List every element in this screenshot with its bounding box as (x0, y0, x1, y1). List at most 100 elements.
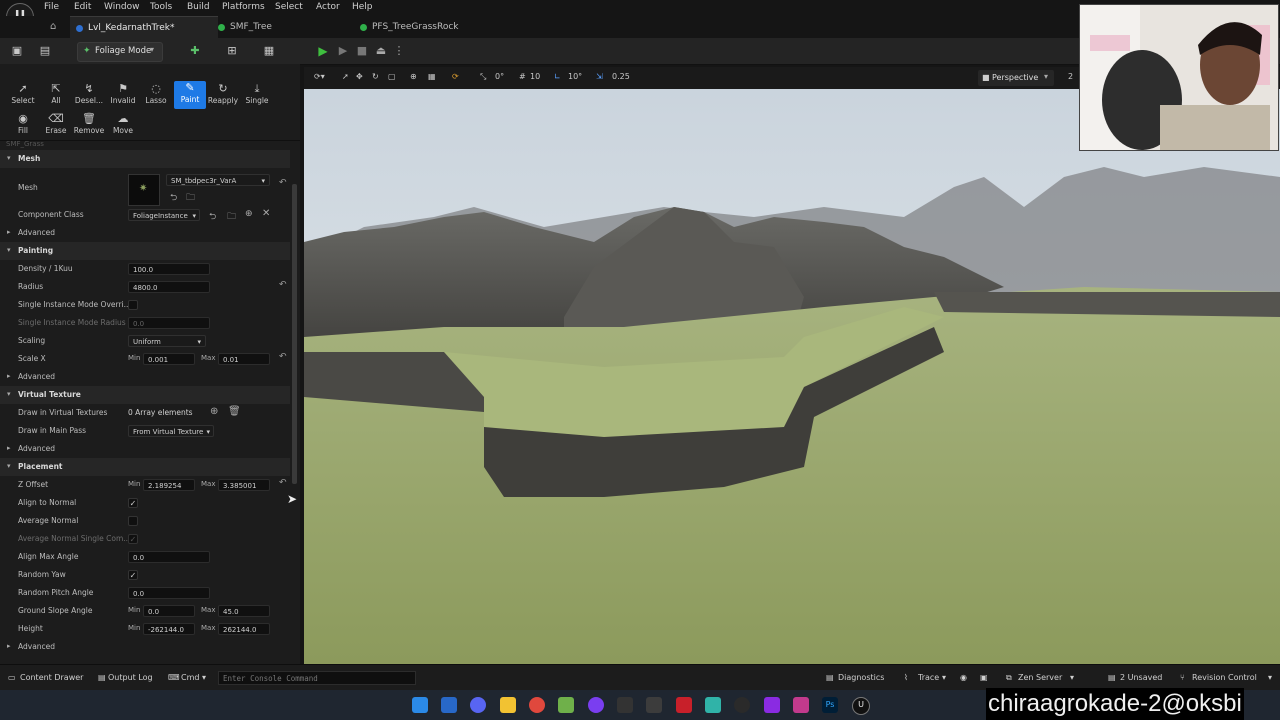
scaling-dropdown[interactable]: Uniform ▾ (128, 335, 206, 347)
menu-build[interactable]: Build (187, 2, 210, 12)
add-actor-icon[interactable]: ✚ (188, 44, 202, 58)
unreal-icon[interactable]: U (852, 697, 870, 715)
console-input[interactable] (218, 671, 416, 685)
use-selected-icon[interactable]: ⮌ (170, 190, 177, 206)
world-space-icon[interactable]: ⊕ (410, 72, 417, 81)
menu-actor[interactable]: Actor (316, 2, 340, 12)
snipping-icon[interactable] (646, 697, 662, 713)
app-icon[interactable] (793, 697, 809, 713)
random-pitch-field[interactable]: 0.0 (128, 587, 210, 599)
scale-x-max-field[interactable]: 0.01 (218, 353, 270, 365)
mesh-thumbnail[interactable]: ✷ (128, 174, 160, 206)
eject-icon[interactable]: ⏏ (374, 44, 388, 58)
explorer-icon[interactable] (500, 697, 516, 713)
screenshot-icon[interactable]: ▣ (980, 673, 988, 682)
visual-studio-icon[interactable] (764, 697, 780, 713)
scale-snap-icon[interactable]: ⇲ (596, 72, 603, 81)
menu-window[interactable]: Window (104, 2, 140, 12)
section-placement[interactable]: ▾ Placement (0, 458, 290, 476)
chrome-icon[interactable] (529, 697, 545, 713)
github-icon[interactable] (588, 697, 604, 713)
tool-single[interactable]: ⤓ Single (241, 82, 273, 110)
rotate-snap-value[interactable]: 10° (568, 72, 582, 81)
section-virtual-texture[interactable]: ▾ Virtual Texture (0, 386, 290, 404)
reset-icon[interactable]: ↶ (279, 352, 287, 362)
play-icon[interactable]: ▶ (316, 44, 330, 58)
discord-icon[interactable] (470, 697, 486, 713)
rotate-icon[interactable]: ↻ (372, 72, 379, 81)
align-normal-checkbox[interactable]: ✓ (128, 498, 138, 508)
ground-slope-max-field[interactable]: 45.0 (218, 605, 270, 617)
tool-erase[interactable]: ⌫ Erase (40, 112, 72, 140)
single-override-checkbox[interactable] (128, 300, 138, 310)
cmd-dropdown[interactable]: ⌨ Cmd ▾ (162, 665, 212, 691)
align-max-field[interactable]: 0.0 (128, 551, 210, 563)
details-scrollbar[interactable] (292, 184, 297, 484)
reset-icon[interactable]: ↶ (279, 478, 287, 488)
snap-angle-value[interactable]: 0° (495, 72, 504, 81)
select-mode-icon[interactable]: ➚ (342, 72, 349, 81)
radius-field[interactable]: 4800.0 (128, 281, 210, 293)
avg-normal-single-checkbox[interactable]: ✓ (128, 534, 138, 544)
mode-dropdown[interactable]: ✦ Foliage Mode ▾ (77, 42, 163, 62)
reset-icon[interactable]: ↶ (279, 280, 287, 290)
tab-pfs-treegrassrock[interactable]: PFS_TreeGrassRock (354, 16, 522, 38)
level-viewport[interactable] (304, 67, 1280, 664)
tool-move[interactable]: ☁ Move (107, 112, 139, 140)
tool-remove[interactable]: 🗑 Remove (73, 112, 105, 140)
menu-tools[interactable]: Tools (150, 2, 172, 12)
trash-icon[interactable]: 🗑 (228, 406, 241, 417)
tool-all[interactable]: ⇱ All (40, 82, 72, 110)
draw-main-dropdown[interactable]: From Virtual Texture ▾ (128, 425, 214, 437)
perspective-dropdown[interactable]: ■ Perspective ▾ (978, 70, 1054, 86)
output-log-button[interactable]: ▤ Output Log (90, 665, 154, 691)
tool-invalid[interactable]: ⚑ Invalid (107, 82, 139, 110)
obs-icon[interactable] (734, 697, 750, 713)
avg-normal-checkbox[interactable] (128, 516, 138, 526)
outlook-icon[interactable] (441, 697, 457, 713)
z-offset-max-field[interactable]: 3.385001 (218, 479, 270, 491)
tool-fill[interactable]: ◉ Fill (7, 112, 39, 140)
z-offset-min-field[interactable]: 2.189254 (143, 479, 195, 491)
random-yaw-checkbox[interactable]: ✓ (128, 570, 138, 580)
grid-snap-icon[interactable]: # (519, 72, 526, 81)
tool-reapply[interactable]: ↻ Reapply (207, 82, 239, 110)
transform-menu-icon[interactable]: ⟳▾ (314, 72, 325, 81)
add-element-icon[interactable]: ⊕ (210, 406, 218, 417)
single-radius-field[interactable]: 0.0 (128, 317, 210, 329)
rotation-snap-icon[interactable]: ⤡ (480, 72, 486, 82)
menu-select[interactable]: Select (275, 2, 303, 12)
camera-speed[interactable]: 2 (1068, 72, 1073, 81)
tool-lasso[interactable]: ◌ Lasso (140, 82, 172, 110)
advanced-painting[interactable]: ▸ Advanced (0, 368, 290, 386)
height-min-field[interactable]: -262144.0 (143, 623, 195, 635)
scale-snap-value[interactable]: 0.25 (612, 72, 630, 81)
grid-snap-value[interactable]: 10 (530, 72, 540, 81)
browse-icon[interactable]: 🗀 (227, 209, 236, 225)
trace-dropdown[interactable]: ⌇ Trace ▾ (902, 665, 952, 691)
tab-smf-tree[interactable]: SMF_Tree (212, 16, 360, 38)
browse-icon[interactable]: 🗀 (186, 190, 195, 206)
more-options-icon[interactable]: ⋮ (392, 44, 406, 58)
tab-level[interactable]: Lvl_KedarnathTrek* (70, 16, 218, 39)
menu-help[interactable]: Help (352, 2, 373, 12)
photoshop-icon[interactable]: Ps (822, 697, 838, 713)
stop-icon[interactable]: ■ (355, 44, 369, 58)
mesh-picker[interactable]: SM_tbdpec3r_VarA ▾ (166, 174, 270, 186)
terminal-icon[interactable] (617, 697, 633, 713)
ground-slope-min-field[interactable]: 0.0 (143, 605, 195, 617)
step-icon[interactable]: ▶ (336, 44, 350, 58)
blueprint-icon[interactable]: ⊞ (225, 44, 239, 58)
clear-icon[interactable]: ✕ (262, 208, 270, 219)
advanced-placement[interactable]: ▸ Advanced (0, 638, 290, 656)
diagnostics-button[interactable]: ▤ Diagnostics (822, 665, 888, 691)
sheets-icon[interactable] (558, 697, 574, 713)
menu-file[interactable]: File (44, 2, 59, 12)
menu-edit[interactable]: Edit (74, 2, 91, 12)
translate-icon[interactable]: ✥ (356, 72, 363, 81)
content-drawer-button[interactable]: ▭ Content Drawer (0, 665, 86, 691)
density-field[interactable]: 100.0 (128, 263, 210, 275)
home-icon[interactable]: ⌂ (50, 21, 56, 32)
tool-select[interactable]: ➚ Select (7, 82, 39, 110)
menu-platforms[interactable]: Platforms (222, 2, 265, 12)
